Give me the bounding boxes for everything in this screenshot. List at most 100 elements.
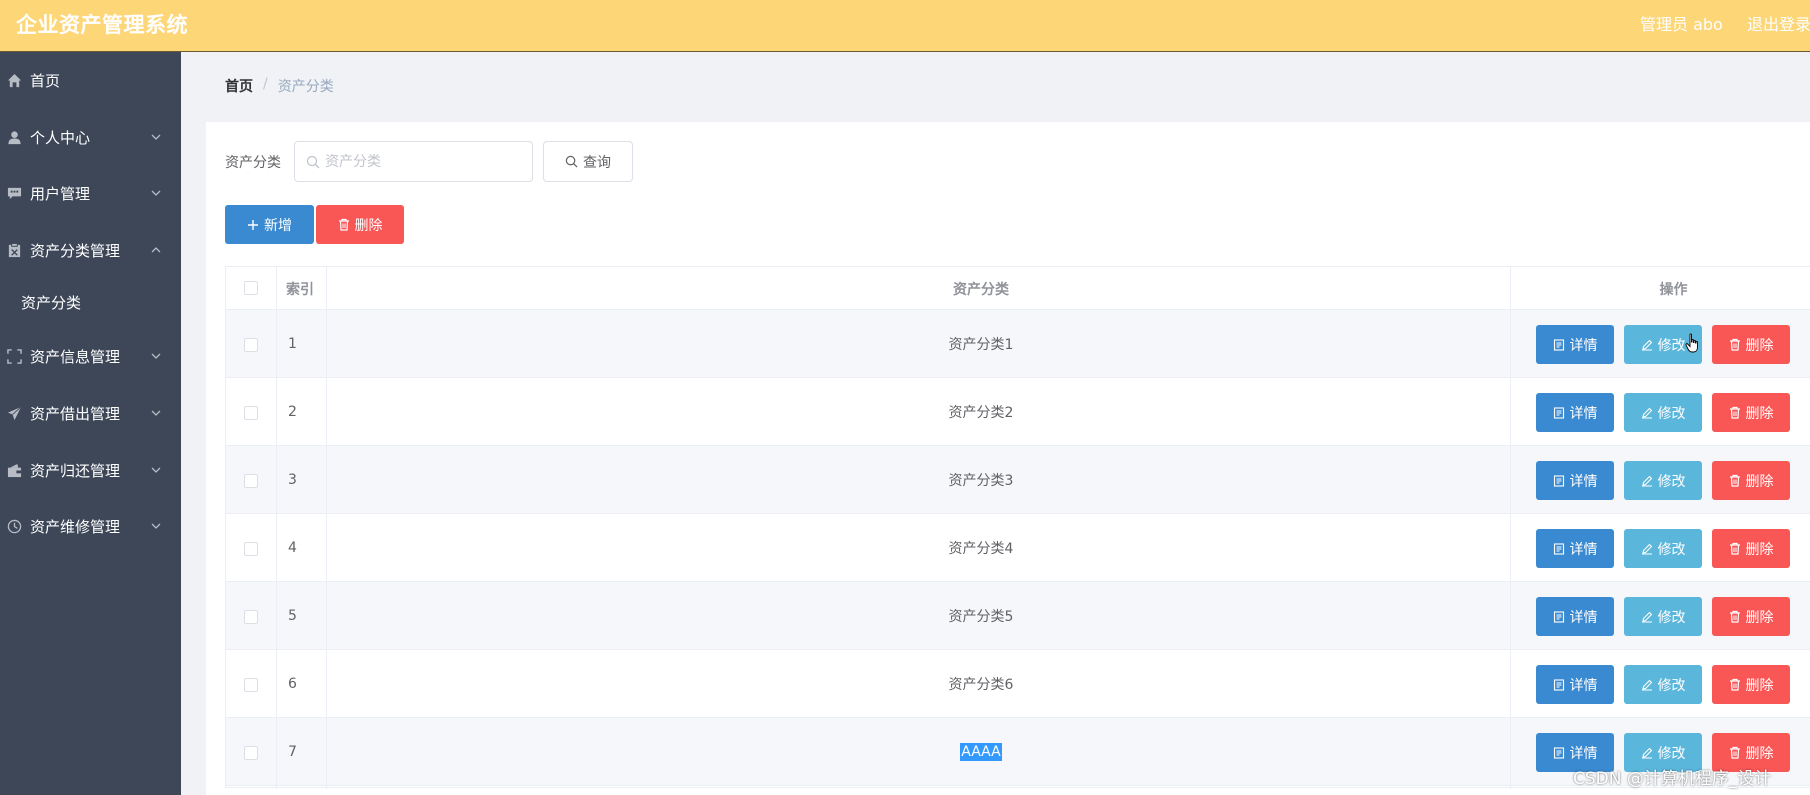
batch-delete-button[interactable]: 删除: [316, 205, 404, 244]
cell-name: AAAA: [326, 718, 1636, 786]
plus-icon: [248, 219, 258, 230]
clock-icon: [6, 518, 22, 534]
document-icon: [1553, 406, 1565, 419]
hand-cursor-icon: [1685, 333, 1698, 353]
delete-button[interactable]: 删除: [1712, 665, 1790, 704]
document-icon: [1553, 542, 1565, 555]
detail-button-label: 详情: [1569, 609, 1598, 626]
table-row: 1 资产分类1 详情 修改 删除: [226, 310, 1810, 378]
search-input[interactable]: [325, 142, 525, 181]
wallet-icon: [6, 462, 22, 478]
asset-category-table: 索引 资产分类 操作 1 资产分类1 详情 修改 删除 2 资产分类2 详情 修改 删除 3 资产分类…: [225, 266, 1810, 789]
detail-button-label: 详情: [1569, 337, 1598, 354]
detail-button[interactable]: 详情: [1536, 665, 1614, 704]
sidebar-item-asset-info-mgmt[interactable]: 资产信息管理: [0, 332, 181, 380]
document-icon: [1553, 610, 1565, 623]
search-icon: [306, 155, 320, 169]
delete-button[interactable]: 删除: [1712, 393, 1790, 432]
cell-name: 资产分类1: [326, 310, 1636, 378]
cell-index: 6: [288, 676, 297, 692]
row-checkbox[interactable]: [244, 610, 258, 624]
chat-icon: [6, 185, 22, 201]
delete-button[interactable]: 删除: [1712, 461, 1790, 500]
cell-index: 1: [288, 336, 297, 352]
cell-index: 7: [288, 744, 297, 760]
sidebar-item-asset-repair-mgmt[interactable]: 资产维修管理: [0, 502, 181, 550]
cell-name-text: 资产分类4: [948, 541, 1014, 557]
table-row: 3 资产分类3 详情 修改 删除: [226, 446, 1810, 514]
row-checkbox[interactable]: [244, 474, 258, 488]
sidebar-item-asset-lending-mgmt[interactable]: 资产借出管理: [0, 389, 181, 437]
cell-index: 2: [288, 404, 297, 420]
row-checkbox[interactable]: [244, 338, 258, 352]
app-title: 企业资产管理系统: [16, 13, 188, 37]
search-icon: [565, 155, 578, 168]
detail-button-label: 详情: [1569, 473, 1598, 490]
sidebar: 首页 个人中心 用户管理 资产分类管理 资产分类 资产信息管理 资产借出管理 资…: [0, 52, 181, 795]
detail-button[interactable]: 详情: [1536, 597, 1614, 636]
query-button[interactable]: 查询: [543, 141, 633, 182]
sidebar-item-label: 资产归还管理: [30, 461, 121, 480]
chevron-down-icon: [151, 467, 161, 473]
edit-button[interactable]: 修改: [1624, 665, 1702, 704]
edit-button-label: 修改: [1657, 473, 1686, 490]
delete-button[interactable]: 删除: [1712, 325, 1790, 364]
chevron-down-icon: [151, 410, 161, 416]
batch-delete-button-label: 删除: [354, 217, 383, 234]
edit-button-label: 修改: [1657, 337, 1686, 354]
sidebar-item-asset-return-mgmt[interactable]: 资产归还管理: [0, 446, 181, 494]
edit-button[interactable]: 修改: [1624, 597, 1702, 636]
edit-button[interactable]: 修改: [1624, 529, 1702, 568]
edit-button-label: 修改: [1657, 405, 1686, 422]
select-all-checkbox[interactable]: [244, 281, 258, 295]
cell-name: 资产分类2: [326, 378, 1636, 446]
sidebar-subitem-asset-category[interactable]: 资产分类: [0, 278, 181, 326]
sidebar-item-home[interactable]: 首页: [0, 56, 181, 104]
trash-icon: [1729, 406, 1741, 419]
edit-button-label: 修改: [1657, 541, 1686, 558]
detail-button[interactable]: 详情: [1536, 325, 1614, 364]
edit-button-label: 修改: [1657, 677, 1686, 694]
edit-button-label: 修改: [1657, 745, 1686, 762]
table-row: 4 资产分类4 详情 修改 删除: [226, 514, 1810, 582]
edit-button[interactable]: 修改: [1624, 461, 1702, 500]
document-icon: [1553, 746, 1565, 759]
cell-index: 4: [288, 540, 297, 556]
edit-icon: [1641, 475, 1653, 487]
breadcrumb-separator: /: [263, 76, 268, 92]
trash-icon: [1729, 678, 1741, 691]
logout-link[interactable]: 退出登录: [1747, 11, 1810, 35]
detail-button-label: 详情: [1569, 677, 1598, 694]
cell-name-text: 资产分类2: [948, 405, 1014, 421]
cell-name: 资产分类3: [326, 446, 1636, 514]
table-header: 索引 资产分类 操作: [226, 267, 1810, 310]
row-checkbox[interactable]: [244, 542, 258, 556]
cell-index: 3: [288, 472, 297, 488]
search-input-wrapper[interactable]: [294, 141, 533, 182]
sidebar-item-asset-category-mgmt[interactable]: 资产分类管理: [0, 226, 181, 274]
edit-button[interactable]: 修改: [1624, 393, 1702, 432]
column-divider: [276, 267, 277, 789]
column-divider: [326, 267, 327, 789]
sidebar-item-label: 用户管理: [30, 184, 91, 203]
table-row: 2 资产分类2 详情 修改 删除: [226, 378, 1810, 446]
document-icon: [1553, 338, 1565, 351]
delete-button[interactable]: 删除: [1712, 529, 1790, 568]
row-checkbox[interactable]: [244, 678, 258, 692]
sidebar-item-label: 资产信息管理: [30, 347, 121, 366]
sidebar-item-label: 资产借出管理: [30, 404, 121, 423]
sidebar-item-profile[interactable]: 个人中心: [0, 113, 181, 161]
row-checkbox[interactable]: [244, 406, 258, 420]
trash-icon: [1729, 746, 1741, 759]
sidebar-item-users[interactable]: 用户管理: [0, 169, 181, 217]
edit-icon: [1641, 407, 1653, 419]
detail-button[interactable]: 详情: [1536, 393, 1614, 432]
detail-button[interactable]: 详情: [1536, 461, 1614, 500]
detail-button[interactable]: 详情: [1536, 529, 1614, 568]
cell-name-text: 资产分类6: [948, 677, 1014, 693]
row-checkbox[interactable]: [244, 746, 258, 760]
detail-button-label: 详情: [1569, 541, 1598, 558]
breadcrumb-home[interactable]: 首页: [225, 76, 253, 96]
add-button[interactable]: 新增: [225, 205, 314, 244]
delete-button[interactable]: 删除: [1712, 597, 1790, 636]
